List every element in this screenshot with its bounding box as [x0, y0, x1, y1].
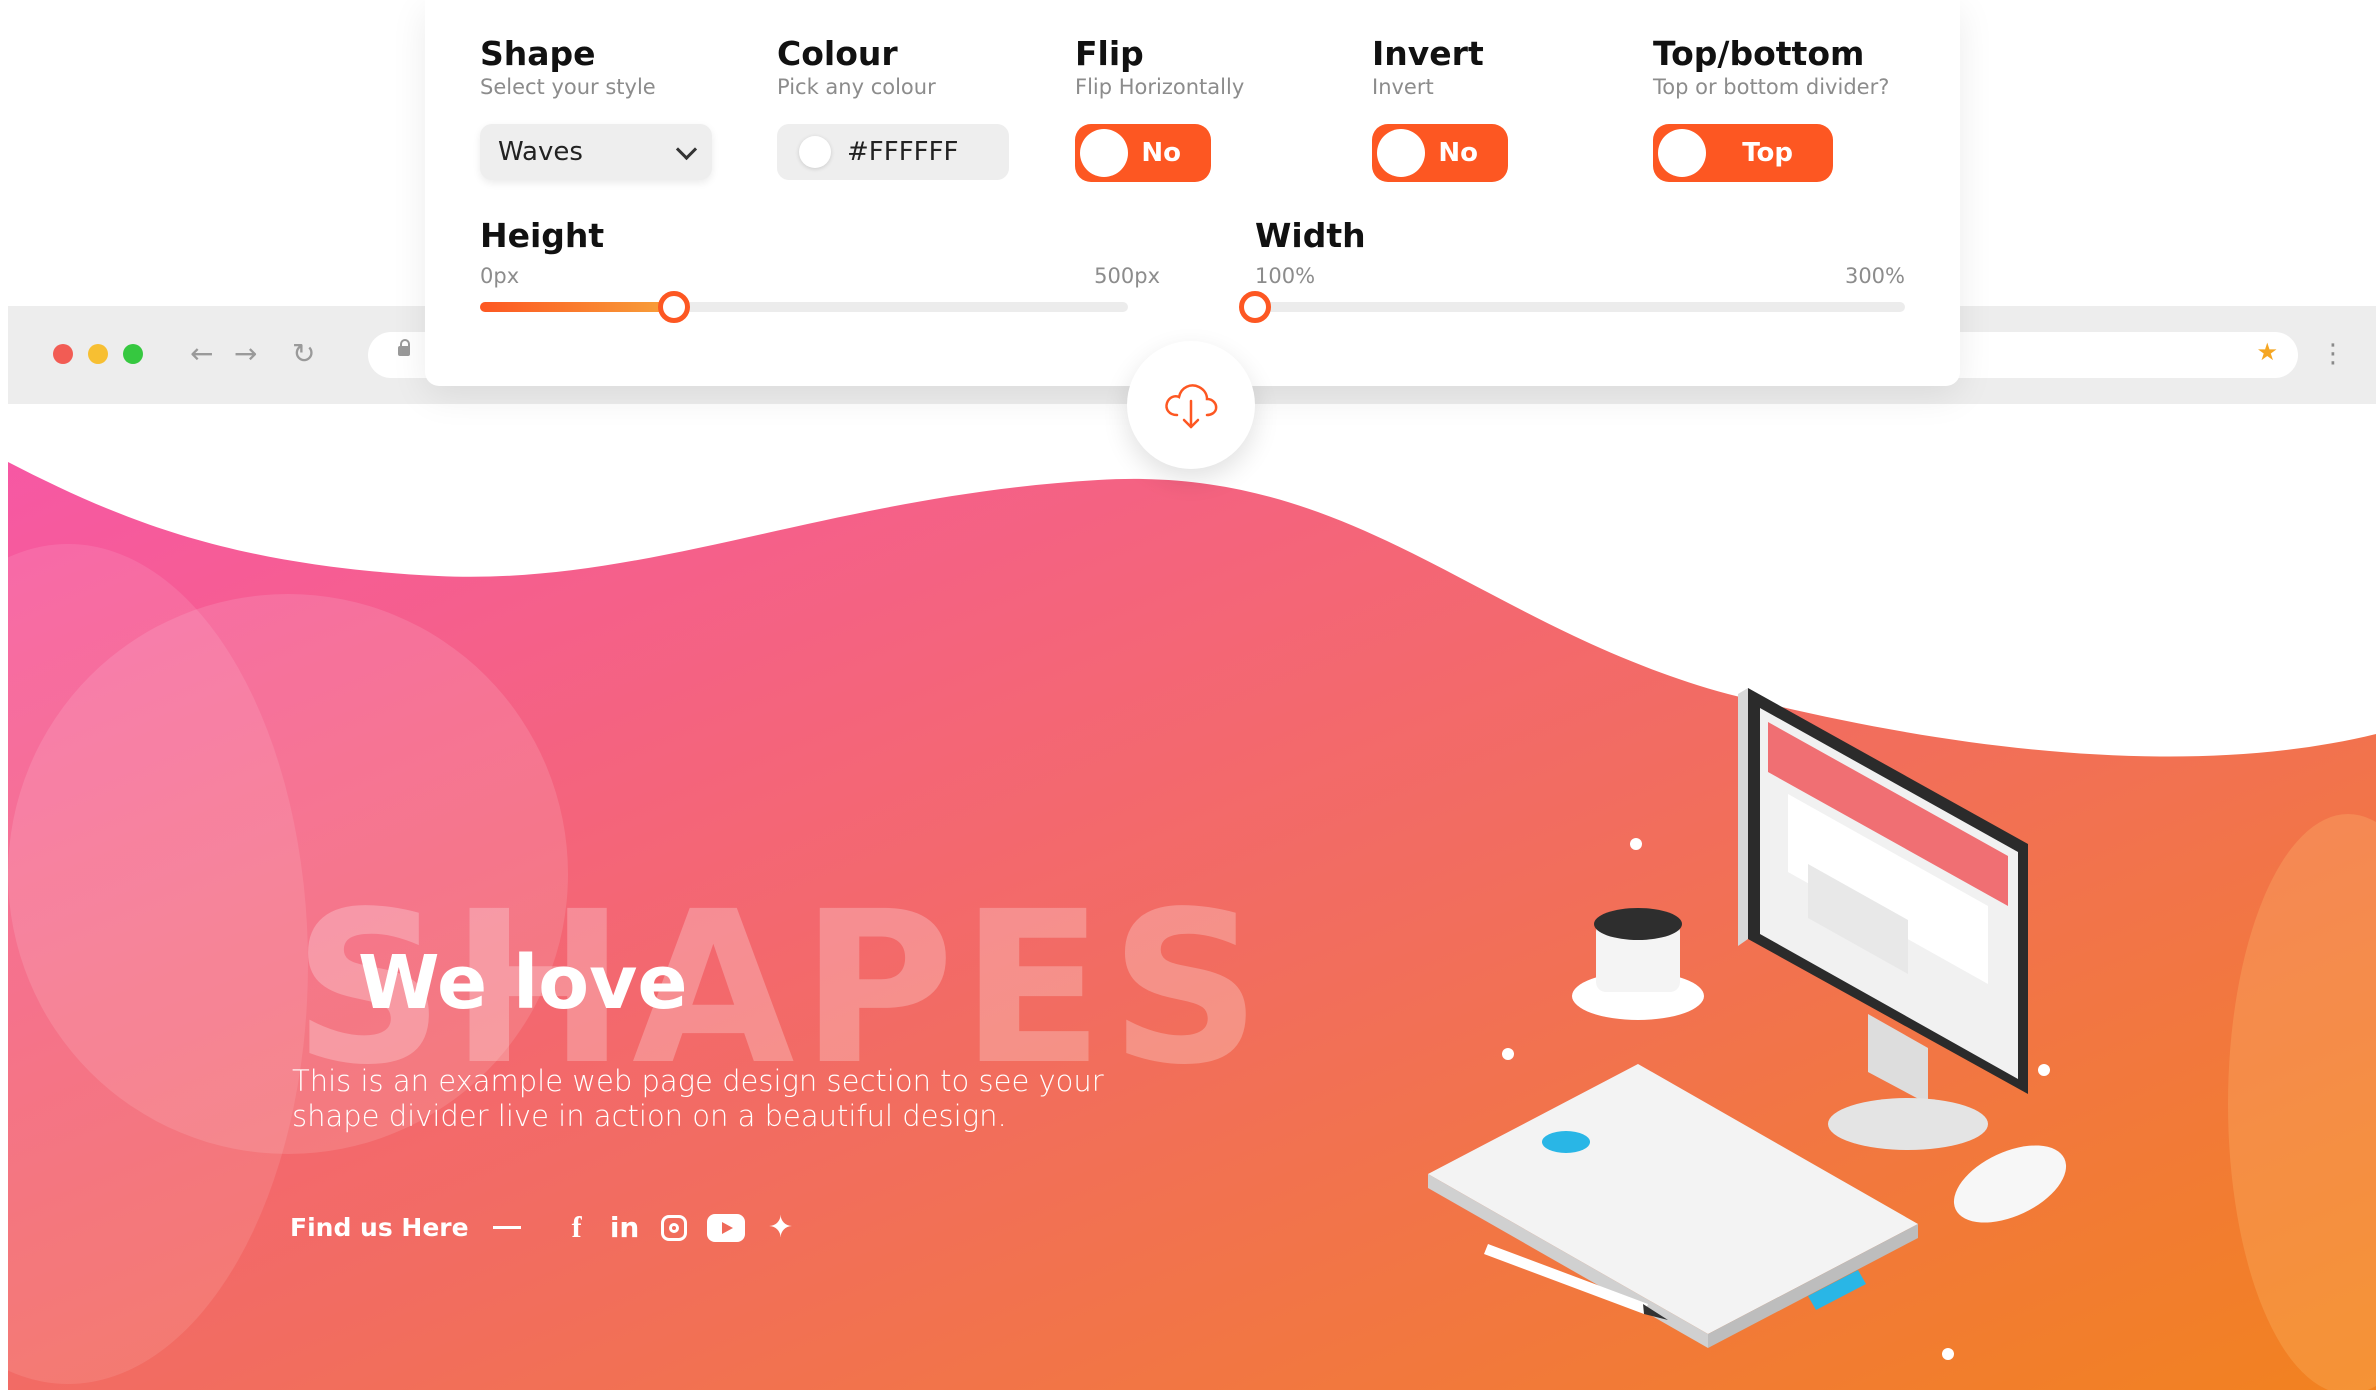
height-slider[interactable]: [480, 291, 1128, 323]
height-slider-fill: [480, 302, 674, 312]
position-toggle-knob: [1658, 129, 1706, 177]
height-control: Height: [480, 216, 604, 256]
find-us-label: Find us Here: [290, 1213, 469, 1242]
colour-picker[interactable]: #FFFFFF: [777, 124, 1009, 180]
reload-icon[interactable]: ↻: [292, 336, 315, 372]
position-toggle[interactable]: Top: [1653, 124, 1833, 182]
instagram-icon[interactable]: [660, 1214, 687, 1241]
height-title: Height: [480, 216, 605, 255]
width-min-label: 100%: [1255, 264, 1316, 288]
shape-title: Shape: [480, 34, 596, 73]
position-control: Top/bottom Top or bottom divider?: [1653, 34, 1889, 100]
invert-toggle-knob: [1377, 129, 1425, 177]
download-button[interactable]: [1127, 341, 1255, 469]
colour-subtitle: Pick any colour: [777, 75, 936, 99]
chevron-down-icon: [675, 138, 698, 161]
width-max-label: 300%: [1844, 264, 1905, 288]
invert-subtitle: Invert: [1372, 75, 1434, 99]
cloud-download-icon: [1165, 384, 1218, 429]
invert-toggle-label: No: [1438, 138, 1478, 168]
hero-description: This is an example web page design secti…: [292, 1064, 1104, 1133]
star-icon[interactable]: ★: [2256, 338, 2278, 366]
colour-title: Colour: [777, 34, 898, 73]
facebook-icon[interactable]: f: [565, 1211, 589, 1245]
colour-value: #FFFFFF: [847, 137, 959, 167]
flip-toggle-knob: [1080, 129, 1128, 177]
width-title: Width: [1255, 216, 1366, 255]
width-slider[interactable]: [1239, 291, 1905, 323]
flip-title: Flip: [1075, 34, 1144, 73]
width-control: Width: [1255, 216, 1366, 256]
minimize-window-button[interactable]: [88, 344, 108, 364]
shape-control: Shape Select your style: [480, 34, 656, 100]
forward-arrow-icon[interactable]: →: [234, 336, 257, 372]
flip-toggle[interactable]: No: [1075, 124, 1211, 182]
example-page: SHAPES We love This is an example web pa…: [8, 404, 2376, 1390]
maximize-window-button[interactable]: [123, 344, 143, 364]
invert-control: Invert Invert: [1372, 34, 1484, 100]
workspace-illustration: [1428, 688, 2067, 1360]
shape-subtitle: Select your style: [480, 75, 656, 99]
twitter-icon[interactable]: ✦: [765, 1210, 797, 1245]
flip-subtitle: Flip Horizontally: [1075, 75, 1245, 99]
browser-menu-icon[interactable]: ⋮: [2320, 334, 2346, 374]
linkedin-icon[interactable]: in: [609, 1211, 641, 1244]
shape-divider-controls: Shape Select your style Waves Colour Pic…: [425, 0, 1960, 386]
invert-toggle[interactable]: No: [1372, 124, 1508, 182]
close-window-button[interactable]: [53, 344, 73, 364]
divider-dash: [492, 1226, 521, 1229]
invert-title: Invert: [1372, 34, 1484, 73]
shape-select[interactable]: Waves: [480, 124, 712, 180]
social-row: Find us Here f in ✦: [290, 1210, 797, 1245]
colour-control: Colour Pick any colour: [777, 34, 936, 100]
colour-swatch[interactable]: [799, 136, 831, 168]
back-arrow-icon[interactable]: ←: [190, 336, 213, 372]
height-min-label: 0px: [480, 264, 520, 288]
height-max-label: 500px: [1094, 264, 1160, 288]
youtube-icon[interactable]: [706, 1213, 745, 1242]
flip-toggle-label: No: [1141, 138, 1181, 168]
position-title: Top/bottom: [1653, 34, 1865, 73]
height-slider-handle[interactable]: [658, 291, 690, 323]
shape-select-value: Waves: [498, 137, 583, 167]
position-subtitle: Top or bottom divider?: [1653, 75, 1890, 99]
lock-icon: [398, 339, 410, 356]
width-slider-handle[interactable]: [1239, 291, 1271, 323]
flip-control: Flip Flip Horizontally: [1075, 34, 1244, 100]
hero-heading: We love: [358, 940, 688, 1026]
position-toggle-label: Top: [1742, 138, 1793, 168]
